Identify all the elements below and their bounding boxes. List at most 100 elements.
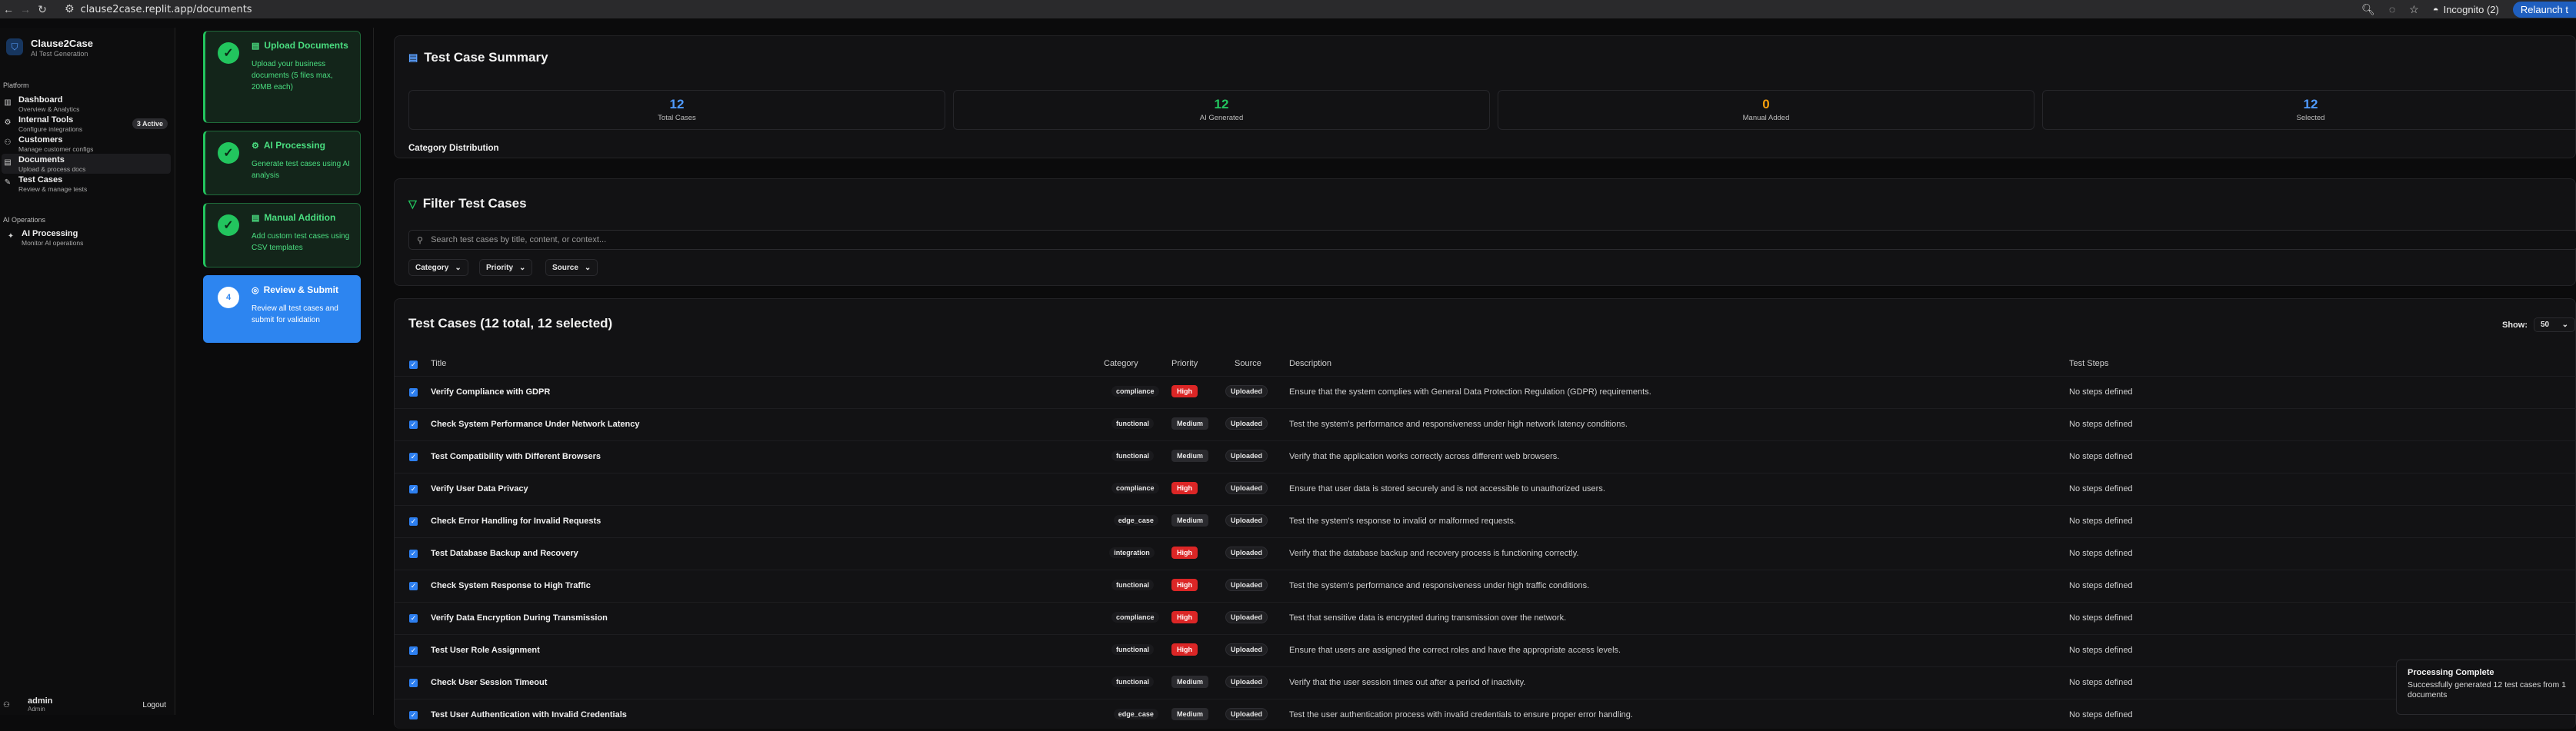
eye-off-icon[interactable]: ◌ — [2389, 3, 2395, 15]
users-icon: ⚇ — [4, 138, 12, 147]
column-header-test-steps[interactable]: Test Steps — [2069, 359, 2108, 368]
priority-filter-dropdown[interactable]: Priority ⌄ — [479, 259, 533, 276]
table-row[interactable]: ✓ Test Database Backup and Recovery integr… — [395, 537, 2576, 570]
stat-label: Total Cases — [658, 114, 696, 122]
row-checkbox[interactable]: ✓ — [409, 646, 418, 655]
search-input[interactable]: ⚲ Search test cases by title, content, o… — [408, 230, 2576, 250]
sidebar-item-dashboard[interactable]: ▥ Dashboard Overview & Analytics — [2, 94, 171, 114]
row-checkbox[interactable]: ✓ — [409, 679, 418, 687]
table-row[interactable]: ✓ Test Compatibility with Different Brows… — [395, 440, 2576, 473]
row-title: Check System Performance Under Network L… — [431, 420, 640, 429]
row-test-steps: No steps defined — [2069, 613, 2133, 623]
row-checkbox[interactable]: ✓ — [409, 485, 418, 493]
user-icon: ⚇ — [3, 700, 10, 709]
forward-icon[interactable]: → — [17, 3, 34, 15]
star-icon[interactable]: ☆ — [2409, 3, 2419, 16]
row-title: Test Compatibility with Different Browse… — [431, 452, 602, 461]
table-row[interactable]: ✓ Verify User Data Privacy compliance High U… — [395, 473, 2576, 505]
column-header-priority[interactable]: Priority — [1171, 359, 1198, 368]
processing-complete-toast: Processing Complete Successfully generat… — [2396, 660, 2576, 715]
step-upload-documents[interactable]: ✓ ▤ Upload Documents Upload your business… — [203, 31, 361, 123]
category-filter-dropdown[interactable]: Category ⌄ — [408, 259, 468, 276]
category-badge: edge_case — [1113, 515, 1158, 526]
table-row[interactable]: ✓ Test User Authentication with Invalid C… — [395, 699, 2576, 731]
reload-icon[interactable]: ↻ — [34, 3, 51, 16]
sidebar-item-subtitle: Upload & process docs — [18, 165, 86, 173]
sidebar-item-internal-tools[interactable]: ⚙ Internal Tools Configure integrations 3… — [2, 114, 171, 134]
row-title: Check System Response to High Traffic — [431, 581, 591, 590]
tools-icon: ⚙ — [4, 118, 12, 127]
priority-badge: High — [1171, 643, 1198, 656]
row-description: Test the system's response to invalid or… — [1289, 517, 1516, 526]
show-label: Show: — [2502, 320, 2528, 330]
relaunch-button[interactable]: Relaunch t — [2512, 1, 2576, 18]
table-row[interactable]: ✓ Verify Compliance with GDPR compliance Hi… — [395, 376, 2576, 408]
pencil-icon: ✎ — [4, 178, 12, 187]
category-badge: functional — [1111, 676, 1154, 687]
row-title: Test User Role Assignment — [431, 646, 540, 655]
incognito-indicator[interactable]: ◓ Incognito (2) — [2433, 4, 2499, 15]
table-row[interactable]: ✓ Check Error Handling for Invalid Reques… — [395, 505, 2576, 537]
table-row[interactable]: ✓ Verify Data Encryption During Transmiss… — [395, 602, 2576, 634]
sidebar-item-documents[interactable]: ▤ Documents Upload & process docs — [2, 154, 171, 174]
table-row[interactable]: ✓ Check System Performance Under Network … — [395, 408, 2576, 440]
category-badge: compliance — [1111, 386, 1159, 397]
stat-label: Manual Added — [1742, 114, 1790, 122]
search-icon: ⚲ — [417, 235, 424, 245]
row-title: Verify User Data Privacy — [431, 484, 528, 493]
sidebar-item-customers[interactable]: ⚇ Customers Manage customer configs — [2, 134, 171, 154]
incognito-icon: ◓ — [2432, 3, 2439, 15]
row-checkbox[interactable]: ✓ — [409, 582, 418, 590]
dropdown-label: Source — [552, 263, 578, 272]
column-header-title[interactable]: Title — [431, 359, 446, 368]
category-badge: functional — [1111, 580, 1154, 590]
step-ai-processing[interactable]: ✓ ⚙ AI Processing Generate test cases usi… — [203, 131, 361, 195]
site-info-icon[interactable]: ⚙ — [65, 3, 75, 15]
zoom-icon[interactable]: 🔍︎ — [2361, 3, 2375, 16]
sidebar-item-subtitle: Monitor AI operations — [22, 239, 84, 247]
address-bar[interactable]: ⚙ clause2case.replit.app/documents — [65, 3, 252, 15]
column-header-source[interactable]: Source — [1235, 359, 1261, 368]
column-header-description[interactable]: Description — [1289, 359, 1331, 368]
sidebar-item-test-cases[interactable]: ✎ Test Cases Review & manage tests — [2, 174, 171, 194]
active-count-badge: 3 Active — [132, 118, 168, 129]
row-description: Ensure that user data is stored securely… — [1289, 484, 1605, 493]
stat-value: 12 — [1214, 97, 1229, 111]
row-checkbox[interactable]: ✓ — [409, 388, 418, 397]
table-row[interactable]: ✓ Test User Role Assignment functional High… — [395, 634, 2576, 666]
toast-title: Processing Complete — [2408, 668, 2494, 677]
row-checkbox[interactable]: ✓ — [409, 453, 418, 461]
source-badge: Uploaded — [1225, 450, 1268, 462]
row-checkbox[interactable]: ✓ — [409, 550, 418, 558]
priority-badge: High — [1171, 482, 1198, 494]
chart-icon: ▥ — [4, 98, 12, 107]
column-header-category[interactable]: Category — [1104, 359, 1138, 368]
filter-card: ▽ Filter Test Cases ⚲ Search test cases … — [394, 178, 2576, 286]
row-checkbox[interactable]: ✓ — [409, 420, 418, 429]
row-checkbox[interactable]: ✓ — [409, 614, 418, 623]
step-description: Review all test cases and submit for val… — [252, 304, 338, 324]
step-title: AI Processing — [263, 140, 325, 151]
source-badge: Uploaded — [1225, 385, 1268, 397]
priority-badge: High — [1171, 611, 1198, 623]
source-filter-dropdown[interactable]: Source ⌄ — [545, 259, 598, 276]
step-title: Upload Documents — [264, 40, 348, 51]
select-all-checkbox[interactable]: ✓ — [409, 361, 418, 369]
logout-button[interactable]: Logout — [142, 701, 166, 709]
stat-label: AI Generated — [1199, 114, 1244, 122]
check-icon: ✓ — [218, 214, 239, 236]
user-role: Admin — [28, 706, 45, 713]
step-manual-addition[interactable]: ✓ ▤ Manual Addition Add custom test cases… — [203, 203, 361, 267]
step-review-submit[interactable]: 4 ◎ Review & Submit Review all test cases… — [203, 275, 361, 343]
row-checkbox[interactable]: ✓ — [409, 711, 418, 719]
test-cases-card: Test Cases (12 total, 12 selected) Show:… — [394, 298, 2576, 729]
source-badge: Uploaded — [1225, 643, 1268, 656]
page-size-select[interactable]: 50 ⌄ — [2534, 317, 2575, 332]
table-row[interactable]: ✓ Check User Session Timeout functional Med… — [395, 666, 2576, 699]
sidebar-item-ai-processing[interactable]: ✦ AI Processing Monitor AI operations — [5, 228, 174, 248]
source-badge: Uploaded — [1225, 417, 1268, 430]
category-badge: integration — [1109, 547, 1155, 558]
back-icon[interactable]: ← — [0, 3, 17, 15]
row-checkbox[interactable]: ✓ — [409, 517, 418, 526]
table-row[interactable]: ✓ Check System Response to High Traffic fu… — [395, 570, 2576, 602]
